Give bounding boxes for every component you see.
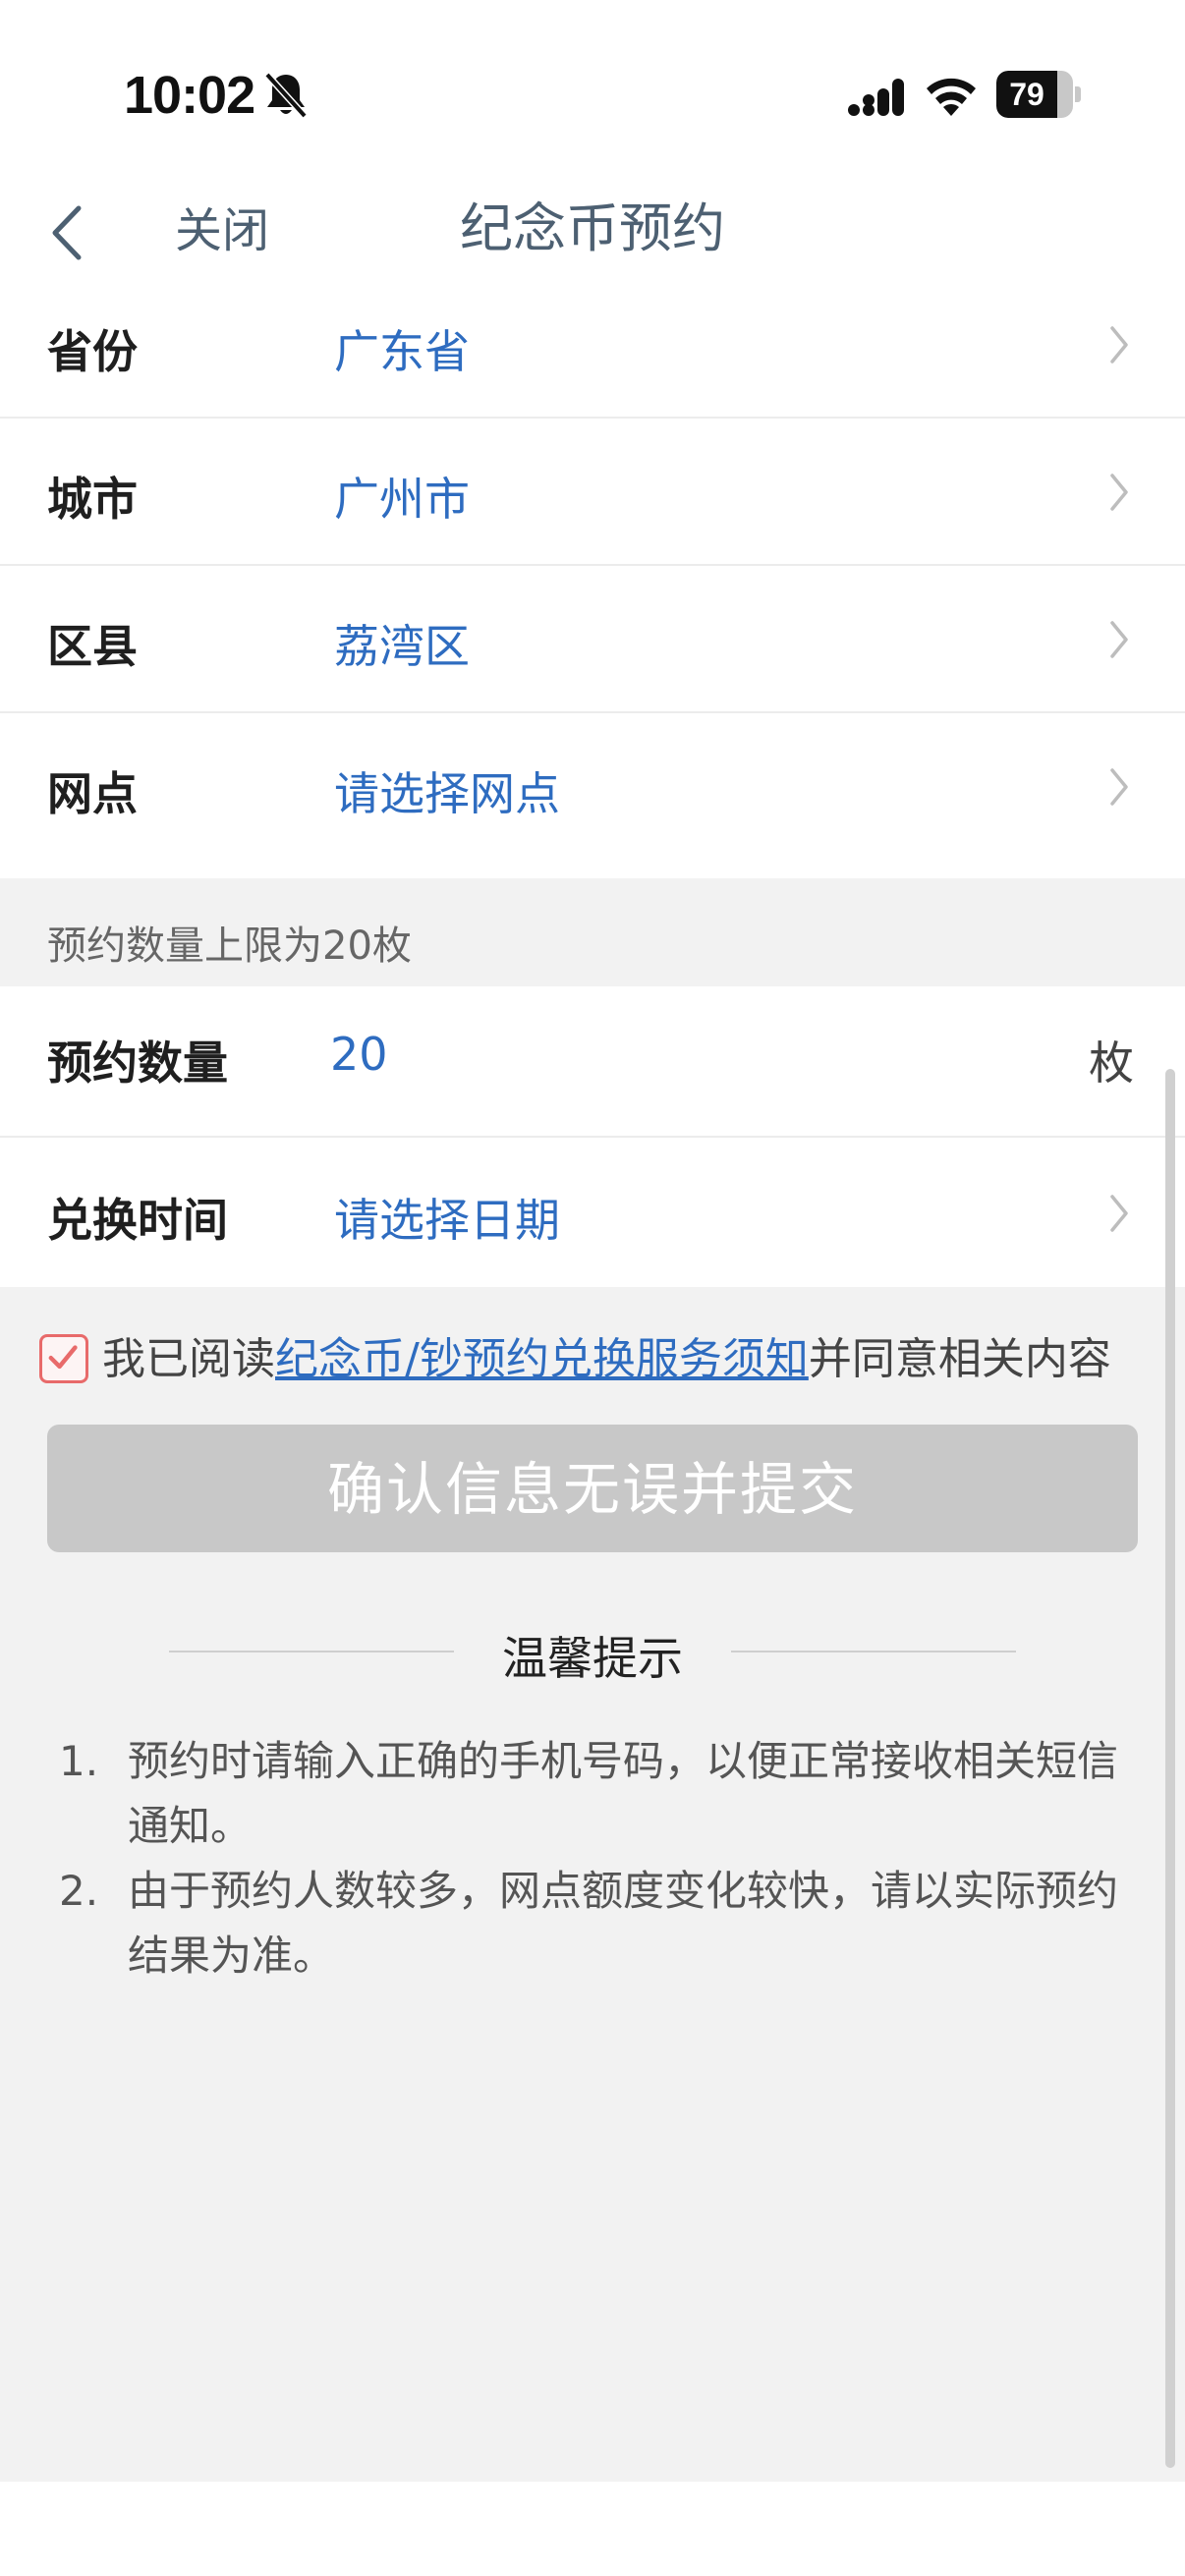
- row-value: 请选择网点: [334, 767, 560, 820]
- signal-icon: [848, 79, 904, 116]
- tips-list: 1. 预约时请输入正确的手机号码，以便正常接收相关短信通知。 2. 由于预约人数…: [59, 1729, 1120, 1988]
- divider: [731, 1651, 1016, 1652]
- row-label: 区县: [47, 620, 138, 673]
- tip-number: 1.: [59, 1737, 99, 1785]
- bell-off-icon: [264, 72, 308, 119]
- nav-bar: 纪念币预约 关闭: [0, 177, 1185, 297]
- order-section: 预约数量 20 枚 兑换时间 请选择日期: [0, 986, 1185, 1287]
- row-label: 网点: [47, 767, 138, 820]
- status-time: 10:02: [124, 66, 255, 125]
- row-label: 省份: [47, 325, 138, 378]
- tips-title: 温馨提示: [502, 1632, 683, 1685]
- limit-note: 预约数量上限为20枚: [47, 924, 412, 969]
- row-city[interactable]: 城市 广州市: [0, 419, 1185, 566]
- location-section: 省份 广东省 城市 广州市 区县 荔湾区 网点 请选择网点: [0, 297, 1185, 878]
- exchange-time-label: 兑换时间: [47, 1194, 228, 1247]
- agreement-suffix: 并同意相关内容: [808, 1334, 1111, 1384]
- submit-button[interactable]: 确认信息无误并提交: [47, 1425, 1138, 1552]
- row-exchange-time[interactable]: 兑换时间 请选择日期: [0, 1138, 1185, 1287]
- row-quantity: 预约数量 20 枚: [0, 986, 1185, 1138]
- quantity-label: 预约数量: [47, 1036, 228, 1090]
- row-label: 城市: [47, 473, 138, 526]
- row-province[interactable]: 省份 广东省: [0, 297, 1185, 419]
- row-branch[interactable]: 网点 请选择网点: [0, 713, 1185, 878]
- quantity-input[interactable]: 20: [330, 1028, 388, 1081]
- scrollbar[interactable]: [1165, 1069, 1175, 2468]
- wifi-icon: [927, 78, 976, 116]
- battery-level: 79: [1009, 77, 1044, 112]
- battery-icon: 79: [996, 71, 1081, 118]
- check-icon: [48, 1345, 78, 1370]
- agreement-text: 我已阅读纪念币/钞预约兑换服务须知并同意相关内容: [102, 1332, 1173, 1387]
- bottom-bar: [0, 2482, 1185, 2576]
- tip-text: 由于预约人数较多，网点额度变化较快，请以实际预约结果为准。: [128, 1867, 1119, 1980]
- row-value: 广东省: [334, 325, 470, 378]
- chevron-right-icon: [1110, 474, 1128, 511]
- chevron-right-icon: [1110, 768, 1128, 806]
- agreement-prefix: 我已阅读: [102, 1334, 275, 1384]
- chevron-right-icon: [1110, 621, 1128, 658]
- tip-item: 1. 预约时请输入正确的手机号码，以便正常接收相关短信通知。: [59, 1729, 1120, 1859]
- chevron-right-icon: [1110, 326, 1128, 364]
- row-value: 广州市: [334, 473, 470, 526]
- tip-number: 2.: [59, 1867, 99, 1915]
- service-terms-link[interactable]: 纪念币/钞预约兑换服务须知: [275, 1334, 809, 1384]
- status-bar: 10:02 79: [0, 0, 1185, 177]
- close-button[interactable]: 关闭: [175, 198, 269, 263]
- exchange-time-value: 请选择日期: [334, 1194, 560, 1247]
- row-value: 荔湾区: [334, 620, 470, 673]
- quantity-unit: 枚: [1089, 1036, 1134, 1090]
- tip-text: 预约时请输入正确的手机号码，以便正常接收相关短信通知。: [128, 1737, 1119, 1850]
- tip-item: 2. 由于预约人数较多，网点额度变化较快，请以实际预约结果为准。: [59, 1859, 1120, 1988]
- chevron-right-icon: [1110, 1195, 1128, 1232]
- row-district[interactable]: 区县 荔湾区: [0, 566, 1185, 713]
- agreement-checkbox[interactable]: [39, 1334, 88, 1383]
